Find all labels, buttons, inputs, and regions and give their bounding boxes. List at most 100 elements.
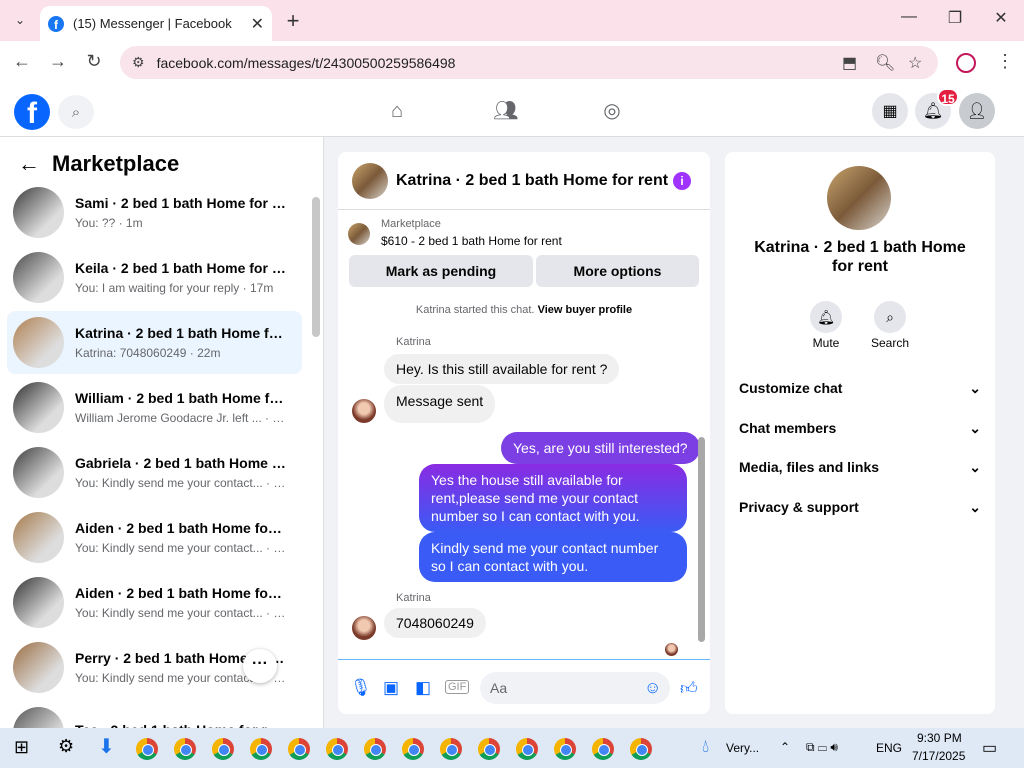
outgoing-message[interactable]: Yes the house still available for rent,p… — [419, 464, 687, 532]
tray-icons[interactable]: ⧉ ▭ 🔊︎ — [806, 740, 838, 755]
chrome-taskbar-icon[interactable] — [364, 738, 386, 760]
downloads-icon[interactable]: ⬇ — [98, 734, 115, 759]
gif-icon[interactable]: GIF — [445, 680, 470, 694]
chrome-taskbar-icon[interactable] — [402, 738, 424, 760]
install-app-icon[interactable]: ⬒ — [842, 53, 857, 73]
back-arrow-icon[interactable]: ← — [10, 51, 34, 72]
message-input[interactable]: Aa — [480, 672, 670, 704]
listing-thumbnail — [13, 577, 64, 628]
chrome-taskbar-icon[interactable] — [288, 738, 310, 760]
thumbs-up-icon[interactable]: 👍︎ — [680, 678, 698, 699]
windows-taskbar: ⊞ ⬇ ⚙ 💧︎ Very... ⌃ ⧉ ▭ 🔊︎ ENG 9:30 PM 7/1… — [0, 728, 1024, 768]
account-avatar[interactable]: 👤︎ — [959, 93, 995, 129]
conversation-item[interactable]: Sami · 2 bed 1 bath Home for rent You: ??… — [7, 181, 302, 244]
microphone-icon[interactable]: 🎙︎ — [350, 678, 372, 698]
outgoing-message[interactable]: Yes, are you still interested? — [501, 432, 700, 464]
facebook-search-icon[interactable]: ⌕ — [58, 95, 94, 129]
chat-scrollbar[interactable] — [698, 437, 705, 642]
conversation-preview: You: Kindly send me your contact... · 31… — [75, 476, 287, 490]
listing-large-thumbnail[interactable] — [827, 166, 891, 230]
chat-members-section[interactable]: Chat members ⌄ — [739, 420, 981, 437]
outgoing-message[interactable]: Kindly send me your contact number so I … — [419, 532, 687, 582]
incoming-message[interactable]: Message sent — [384, 385, 496, 423]
restore-icon[interactable]: ❐ — [943, 8, 967, 28]
minimize-icon[interactable]: — — [897, 8, 921, 26]
more-options-icon[interactable]: ··· — [243, 649, 277, 683]
menu-grid-icon[interactable]: ▦ — [872, 93, 908, 129]
sticker-icon[interactable]: ◧ — [415, 678, 431, 698]
tab-search-chevron-icon[interactable]: ⌄ — [8, 8, 32, 32]
chevron-down-icon: ⌄ — [969, 499, 981, 515]
chrome-taskbar-icon[interactable] — [250, 738, 272, 760]
chrome-taskbar-icon[interactable] — [440, 738, 462, 760]
listing-card[interactable]: Marketplace $610 - 2 bed 1 bath Home for… — [348, 218, 562, 248]
tab-close-icon[interactable]: ✕ — [251, 14, 264, 34]
notification-center-icon[interactable]: ▭ — [982, 738, 997, 758]
conversation-item[interactable]: Keila · 2 bed 1 bath Home for rent You: I… — [7, 246, 302, 309]
media-files-links-section[interactable]: Media, files and links ⌄ — [739, 459, 981, 476]
chat-title[interactable]: Katrina · 2 bed 1 bath Home for rent — [396, 172, 668, 190]
new-tab-plus-icon[interactable]: + — [282, 8, 304, 34]
chrome-taskbar-icon[interactable] — [516, 738, 538, 760]
clock-date[interactable]: 7/17/2025 — [912, 749, 965, 763]
section-label: Privacy & support — [739, 499, 859, 515]
app-icon[interactable]: ⚙ — [58, 736, 74, 757]
listing-thumbnail[interactable] — [352, 162, 388, 199]
chrome-taskbar-icon[interactable] — [326, 738, 348, 760]
conversation-item[interactable]: Tee · 2 bed 1 bath Home for rent — [7, 701, 302, 728]
listing-price-title: $610 - 2 bed 1 bath Home for rent — [381, 234, 562, 248]
incoming-message[interactable]: Hey. Is this still available for rent ? — [384, 354, 620, 384]
windows-start-icon[interactable]: ⊞ — [14, 737, 29, 758]
chrome-taskbar-icon[interactable] — [136, 738, 158, 760]
sender-avatar[interactable] — [352, 399, 376, 423]
tray-chevron-icon[interactable]: ⌃ — [780, 740, 790, 754]
privacy-support-section[interactable]: Privacy & support ⌄ — [739, 499, 981, 516]
view-buyer-profile-link[interactable]: View buyer profile — [538, 304, 633, 316]
customize-chat-section[interactable]: Customize chat ⌄ — [739, 380, 981, 397]
bookmark-star-icon[interactable]: ☆ — [908, 53, 922, 73]
conversation-item[interactable]: William · 2 bed 1 bath Home for rent Will… — [7, 376, 302, 439]
home-icon[interactable]: ⌂ — [385, 99, 409, 123]
more-options-button[interactable]: More options — [536, 255, 699, 287]
friends-icon[interactable]: 👥︎ — [493, 99, 518, 123]
conversation-item[interactable]: Aiden · 2 bed 1 bath Home for rent You: K… — [7, 571, 302, 634]
chrome-taskbar-icon[interactable] — [212, 738, 234, 760]
conversation-item[interactable]: Aiden · 2 bed 1 bath Home for rent You: K… — [7, 506, 302, 569]
site-info-icon[interactable]: ⚙ — [132, 54, 145, 71]
chrome-taskbar-icon[interactable] — [630, 738, 652, 760]
language-indicator[interactable]: ENG — [876, 741, 902, 755]
mute-bell-icon[interactable]: 🔔︎ — [810, 301, 842, 333]
info-icon[interactable]: i — [673, 172, 691, 190]
chrome-taskbar-icon[interactable] — [554, 738, 576, 760]
reload-icon[interactable]: ↻ — [82, 51, 106, 72]
facebook-logo-icon[interactable]: f — [14, 94, 50, 130]
section-label: Media, files and links — [739, 459, 880, 475]
clock-time[interactable]: 9:30 PM — [917, 731, 962, 745]
sidebar-scrollbar[interactable] — [312, 197, 320, 337]
conversation-item[interactable]: Gabriela · 2 bed 1 bath Home for rent You… — [7, 441, 302, 504]
chrome-taskbar-icon[interactable] — [592, 738, 614, 760]
close-window-icon[interactable]: ✕ — [989, 8, 1013, 28]
photo-icon[interactable]: ▣ — [383, 678, 399, 698]
forward-arrow-icon[interactable]: → — [46, 51, 70, 72]
search-icon[interactable]: ⌕ — [874, 301, 906, 333]
conversation-name: Sami · 2 bed 1 bath Home for rent — [75, 195, 287, 211]
emoji-icon[interactable]: ☺ — [644, 678, 661, 698]
back-arrow-icon[interactable]: ← — [18, 151, 40, 177]
chrome-taskbar-icon[interactable] — [174, 738, 196, 760]
conversation-item[interactable]: Katrina · 2 bed 1 bath Home for rent Katr… — [7, 311, 302, 374]
address-bar[interactable]: ⚙ facebook.com/messages/t/24300500259586… — [120, 46, 938, 79]
sender-avatar[interactable] — [352, 616, 376, 640]
profile-icon[interactable] — [956, 53, 976, 73]
menu-kebab-icon[interactable]: ⋮ — [996, 51, 1014, 72]
chat-window: Katrina · 2 bed 1 bath Home for rent i M… — [338, 152, 710, 714]
incoming-message[interactable]: 7048060249 — [384, 608, 486, 638]
conversation-name: Katrina · 2 bed 1 bath Home for rent — [75, 325, 287, 341]
weather-text[interactable]: Very... — [726, 741, 759, 755]
browser-tab[interactable]: f (15) Messenger | Facebook ✕ — [40, 6, 272, 41]
weather-drop-icon[interactable]: 💧︎ — [702, 736, 709, 757]
chrome-taskbar-icon[interactable] — [478, 738, 500, 760]
mark-as-pending-button[interactable]: Mark as pending — [349, 255, 533, 287]
groups-icon[interactable]: ◎ — [600, 99, 624, 123]
zoom-icon[interactable]: 🔍︎ — [875, 53, 895, 73]
